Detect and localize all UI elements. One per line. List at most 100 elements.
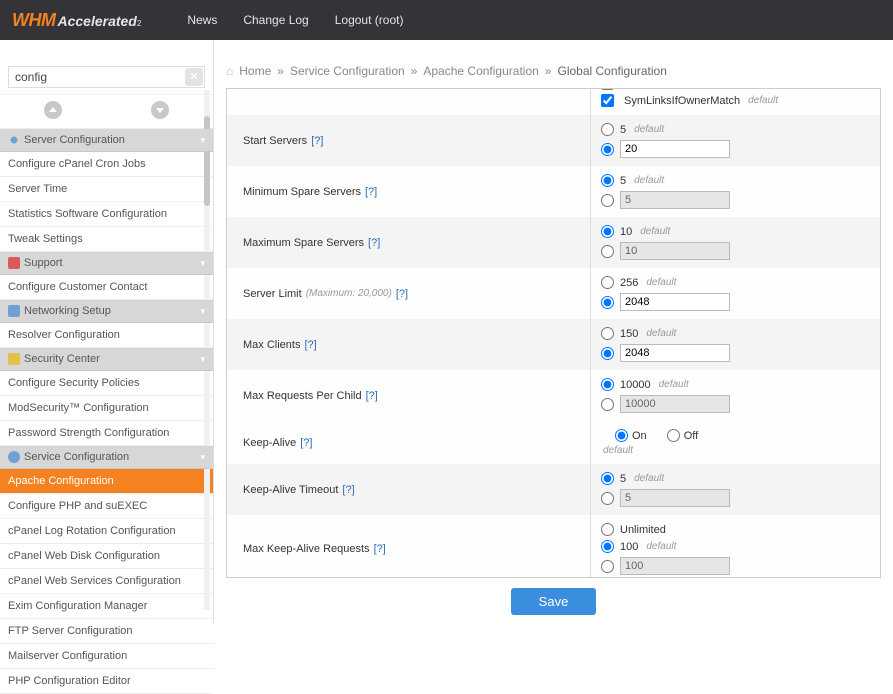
config-row: Minimum Spare Servers [?] 5 default [227, 166, 880, 217]
custom-radio[interactable] [601, 398, 614, 411]
config-row: Keep-Alive [?] On Offdefault [227, 421, 880, 464]
sidebar: ✕ Server Configuration▾Configure cPanel … [0, 40, 214, 624]
custom-radio[interactable] [601, 296, 614, 309]
custom-input[interactable] [620, 395, 730, 413]
search-row: ✕ [0, 60, 213, 95]
default-tag: default [646, 277, 676, 288]
config-row: Keep-Alive Timeout [?]5 default [227, 464, 880, 515]
sidebar-item[interactable]: FTP Server Configuration [0, 619, 213, 644]
sidebar-item[interactable]: Mailserver Configuration [0, 644, 213, 669]
help-link[interactable]: [?] [311, 135, 323, 147]
unlimited-radio[interactable] [601, 523, 614, 536]
custom-radio[interactable] [601, 492, 614, 505]
keepalive-on-radio[interactable] [615, 429, 628, 442]
help-link[interactable]: [?] [304, 339, 316, 351]
help-link[interactable]: [?] [396, 288, 408, 300]
breadcrumb-part-1[interactable]: Apache Configuration [423, 64, 538, 78]
help-link[interactable]: [?] [365, 186, 377, 198]
breadcrumb-part-0[interactable]: Service Configuration [290, 64, 405, 78]
section-header[interactable]: Server Configuration▾ [0, 129, 213, 152]
help-link[interactable]: [?] [300, 437, 312, 449]
default-tag: default [646, 328, 676, 339]
config-label: Keep-Alive Timeout [?] [227, 464, 591, 515]
sidebar-item[interactable]: Configure PHP and suEXEC [0, 494, 213, 519]
default-radio[interactable] [601, 225, 614, 238]
custom-input[interactable] [620, 293, 730, 311]
breadcrumb-home[interactable]: Home [239, 64, 271, 78]
help-link[interactable]: [?] [342, 484, 354, 496]
option-checkbox[interactable] [601, 94, 614, 107]
sidebar-item[interactable]: Server Time [0, 177, 213, 202]
config-row: Max Keep-Alive Requests [?]Unlimited 100… [227, 515, 880, 578]
breadcrumb: ⌂ Home » Service Configuration » Apache … [214, 40, 893, 88]
custom-radio[interactable] [601, 245, 614, 258]
sidebar-item[interactable]: ModSecurity™ Configuration [0, 396, 213, 421]
custom-input[interactable] [620, 557, 730, 575]
logo-text-main: WHM [12, 10, 55, 31]
sidebar-item[interactable]: Resolver Configuration [0, 323, 213, 348]
sidebar-item[interactable]: Statistics Software Configuration [0, 202, 213, 227]
search-clear-icon[interactable]: ✕ [185, 68, 203, 86]
custom-input[interactable] [620, 489, 730, 507]
expand-all-icon[interactable] [151, 101, 169, 119]
config-label [227, 88, 591, 115]
custom-input[interactable] [620, 140, 730, 158]
home-icon[interactable]: ⌂ [226, 64, 233, 78]
sidebar-item[interactable]: Configure cPanel Cron Jobs [0, 152, 213, 177]
save-button[interactable]: Save [511, 588, 597, 615]
default-tag: default [603, 445, 870, 456]
custom-input[interactable] [620, 242, 730, 260]
section-header[interactable]: Service Configuration▾ [0, 446, 213, 469]
custom-radio[interactable] [601, 347, 614, 360]
sidebar-item[interactable]: cPanel Web Services Configuration [0, 569, 213, 594]
search-input[interactable] [8, 66, 205, 88]
default-value: 10 [620, 226, 632, 238]
default-radio[interactable] [601, 472, 614, 485]
config-value: 256 default [591, 268, 880, 319]
sidebar-item[interactable]: PHP Configuration Editor [0, 669, 213, 694]
default-value: 5 [620, 175, 626, 187]
section-title: Security Center [24, 353, 100, 365]
nav-logout[interactable]: Logout (root) [335, 13, 404, 27]
default-radio[interactable] [601, 540, 614, 553]
svc-icon [8, 451, 20, 463]
sidebar-item[interactable]: Apache Configuration [0, 469, 213, 494]
default-radio[interactable] [601, 276, 614, 289]
default-tag: default [634, 175, 664, 186]
sidebar-item[interactable]: Configure Customer Contact [0, 275, 213, 300]
on-label: On [632, 430, 647, 442]
section-header[interactable]: Support▾ [0, 252, 213, 275]
help-link[interactable]: [?] [368, 237, 380, 249]
sidebar-item[interactable]: cPanel Web Disk Configuration [0, 544, 213, 569]
sidebar-item[interactable]: cPanel Log Rotation Configuration [0, 519, 213, 544]
sidebar-item[interactable]: Tweak Settings [0, 227, 213, 252]
custom-radio[interactable] [601, 560, 614, 573]
custom-input[interactable] [620, 191, 730, 209]
config-value: On Off default [591, 421, 880, 464]
logo[interactable]: WHM Accelerated 2 [12, 10, 141, 31]
option-label: MultiViews [624, 88, 676, 90]
help-link[interactable]: [?] [374, 543, 386, 555]
help-link[interactable]: [?] [366, 390, 378, 402]
section-header[interactable]: Security Center ▾ [0, 348, 213, 371]
sidebar-item[interactable]: Configure Security Policies [0, 371, 213, 396]
section-header[interactable]: Networking Setup▾ [0, 300, 213, 323]
default-radio[interactable] [601, 327, 614, 340]
default-radio[interactable] [601, 123, 614, 136]
custom-radio[interactable] [601, 194, 614, 207]
gear-icon [8, 134, 20, 146]
collapse-all-icon[interactable] [44, 101, 62, 119]
keepalive-off-radio[interactable] [667, 429, 680, 442]
nav-news[interactable]: News [187, 13, 217, 27]
sidebar-item[interactable]: Exim Configuration Manager [0, 594, 213, 619]
off-label: Off [684, 430, 698, 442]
config-label: Server Limit (Maximum: 20,000) [?] [227, 268, 591, 319]
default-radio[interactable] [601, 174, 614, 187]
nav-changelog[interactable]: Change Log [243, 13, 308, 27]
default-radio[interactable] [601, 378, 614, 391]
custom-input[interactable] [620, 344, 730, 362]
custom-radio[interactable] [601, 143, 614, 156]
sidebar-item[interactable]: Password Strength Configuration [0, 421, 213, 446]
chevron-down-icon: ▾ [200, 354, 205, 365]
option-checkbox[interactable] [601, 88, 614, 90]
